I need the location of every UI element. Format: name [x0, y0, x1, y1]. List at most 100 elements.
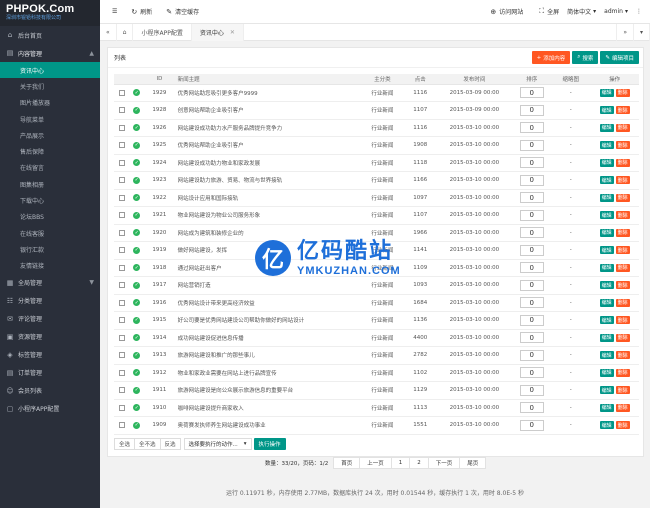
tab-miniprogram-config[interactable]: 小程序APP配置	[133, 23, 192, 41]
sidebar-group-content[interactable]: ▤ 内容管理 ▲	[0, 44, 100, 62]
row-checkbox[interactable]	[118, 404, 125, 411]
edit-button[interactable]: 编辑	[599, 316, 614, 325]
edit-button[interactable]: 编辑	[599, 263, 614, 272]
table-row[interactable]: ✓ 1909 奥荷赛发执师养生网站建设成功事业 行业新闻 1551 2015-03-10 …	[114, 416, 639, 435]
sidebar-item-content-8[interactable]: 下载中心	[0, 192, 100, 208]
sidebar-group-5[interactable]: ▤ 订单管理	[0, 364, 100, 382]
table-row[interactable]: ✓ 1914 成功网站建设促进信息传播 行业新闻 4400 2015-03-10 00:0…	[114, 329, 639, 347]
user-dropdown[interactable]: admin ▾	[604, 8, 628, 15]
row-sort-input[interactable]: 0	[519, 349, 544, 361]
row-checkbox[interactable]	[118, 177, 125, 183]
row-sort-input[interactable]: 0	[519, 209, 544, 221]
close-icon[interactable]: ✕	[230, 29, 235, 36]
edit-button[interactable]: 编辑	[599, 351, 614, 360]
tab-scroll-left-icon[interactable]: «	[100, 23, 117, 41]
sidebar-group-2[interactable]: ✉ 评论管理	[0, 310, 100, 328]
row-checkbox[interactable]	[118, 247, 125, 253]
check-circle-icon[interactable]: ✓	[133, 369, 141, 377]
row-title[interactable]: 好公司要是优秀网站建设公司帮助你做好的网站设计	[174, 311, 361, 330]
row-checkbox[interactable]	[118, 229, 125, 236]
sidebar-item-content-11[interactable]: 银行汇款	[0, 241, 100, 257]
table-row[interactable]: ✓ 1922 网站设计应用和国际接轨 行业新闻 1097 2015-03-10 00:00…	[114, 189, 639, 207]
language-dropdown[interactable]: 简体中文 ▾	[567, 7, 596, 16]
check-circle-icon[interactable]: ✓	[133, 106, 141, 114]
sidebar-item-content-1[interactable]: 关于我们	[0, 78, 100, 94]
delete-button[interactable]: 删除	[615, 333, 630, 342]
edit-button[interactable]: 编辑	[599, 246, 614, 255]
table-row[interactable]: ✓ 1915 好公司要是优秀网站建设公司帮助你做好的网站设计 行业新闻 1136 2015…	[114, 311, 639, 330]
delete-button[interactable]: 删除	[615, 123, 630, 132]
row-checkbox[interactable]	[118, 142, 125, 148]
check-circle-icon[interactable]: ✓	[133, 211, 141, 219]
edit-button[interactable]: 编辑	[599, 298, 614, 307]
table-row[interactable]: ✓ 1916 优秀网站设计带来更高经济效益 行业新闻 1684 2015-03-10 00…	[114, 294, 639, 312]
row-title[interactable]: 优秀网站帮助企业吸引客户	[174, 136, 361, 155]
delete-button[interactable]: 删除	[615, 158, 630, 167]
edit-button[interactable]: 编辑	[599, 123, 614, 132]
edit-button[interactable]: 编辑	[599, 88, 614, 97]
row-checkbox[interactable]	[118, 159, 125, 166]
row-sort-input[interactable]: 0	[519, 314, 544, 326]
edit-button[interactable]: 编辑	[599, 403, 614, 412]
refresh-button[interactable]: ↻ 刷新	[131, 7, 152, 17]
add-content-button[interactable]: + 添加内容	[531, 51, 571, 64]
tab-scroll-right-icon[interactable]: »	[616, 23, 634, 41]
check-circle-icon[interactable]: ✓	[133, 264, 141, 272]
edit-button[interactable]: 编辑	[599, 211, 614, 220]
invert-select-button[interactable]: 反选	[159, 438, 181, 450]
select-all-button[interactable]: 全选	[114, 438, 136, 450]
check-circle-icon[interactable]: ✓	[133, 141, 141, 149]
table-row[interactable]: ✓ 1912 物业和家政业需要在网站上进行品牌宣传 行业新闻 1102 2015-03-1…	[114, 364, 639, 382]
table-row[interactable]: ✓ 1921 物业网站建设为物业公司服务形象 行业新闻 1107 2015-03-10 0…	[114, 206, 639, 225]
edit-button[interactable]: 编辑	[599, 228, 614, 237]
table-row[interactable]: ✓ 1925 优秀网站帮助企业吸引客户 行业新闻 1908 2015-03-10 00:0…	[114, 136, 639, 155]
sidebar-item-content-12[interactable]: 友情链接	[0, 258, 100, 274]
first-page-button[interactable]: 首页	[333, 457, 361, 469]
sidebar-group-1[interactable]: ☷ 分类管理	[0, 292, 100, 310]
row-sort-input[interactable]: 0	[519, 122, 544, 134]
row-checkbox[interactable]	[118, 352, 125, 358]
edit-button[interactable]: 编辑	[599, 368, 614, 377]
sidebar-item-content-4[interactable]: 产品展示	[0, 127, 100, 143]
check-circle-icon[interactable]: ✓	[133, 404, 141, 412]
row-checkbox[interactable]	[118, 264, 125, 271]
prev-page-button[interactable]: 上一页	[359, 457, 392, 469]
row-title[interactable]: 网站建设成功助力水产服务品牌提升竞争力	[174, 119, 361, 137]
row-title[interactable]: 优秀网站设计带来更高经济效益	[174, 294, 361, 312]
chevron-down-icon[interactable]: ▾	[634, 23, 650, 41]
edit-button[interactable]: 编辑	[599, 421, 614, 430]
table-row[interactable]: ✓ 1923 网站建设助力旅游、贸易、物流与世界接轨 行业新闻 1166 2015-03-…	[114, 171, 639, 190]
check-circle-icon[interactable]: ✓	[133, 316, 141, 324]
check-circle-icon[interactable]: ✓	[133, 89, 141, 97]
search-button[interactable]: ⌕ 搜索	[572, 51, 599, 64]
row-title[interactable]: 优秀网站助您吸引更多客户9999	[174, 84, 361, 102]
edit-button[interactable]: 编辑	[599, 176, 614, 185]
row-sort-input[interactable]: 0	[519, 87, 544, 99]
delete-button[interactable]: 删除	[615, 263, 630, 272]
row-title[interactable]: 网站设计应用和国际接轨	[174, 189, 361, 207]
sidebar-item-content-6[interactable]: 在线留言	[0, 160, 100, 176]
sidebar-group-6[interactable]: ☺ 会员列表	[0, 382, 100, 400]
row-sort-input[interactable]: 0	[519, 297, 544, 309]
row-sort-input[interactable]: 0	[519, 174, 544, 186]
table-row[interactable]: ✓ 1910 咖啡网站建设提升商家收入 行业新闻 1113 2015-03-10 00:0…	[114, 399, 639, 417]
row-sort-input[interactable]: 0	[519, 367, 544, 379]
delete-button[interactable]: 删除	[615, 176, 630, 185]
row-sort-input[interactable]: 0	[519, 384, 544, 396]
select-none-button[interactable]: 全不选	[134, 438, 161, 450]
row-sort-input[interactable]: 0	[519, 104, 544, 116]
delete-button[interactable]: 删除	[615, 211, 630, 220]
table-row[interactable]: ✓ 1928 创意网站帮助企业吸引客户 行业新闻 1107 2015-03-09 00:0…	[114, 101, 639, 120]
tab-news-center[interactable]: 资讯中心 ✕	[191, 23, 244, 41]
next-page-button[interactable]: 下一页	[427, 457, 461, 469]
row-checkbox[interactable]	[118, 89, 125, 96]
check-circle-icon[interactable]: ✓	[133, 159, 141, 167]
row-title[interactable]: 成功网站建设促进信息传播	[174, 329, 361, 347]
delete-button[interactable]: 删除	[615, 386, 630, 395]
delete-button[interactable]: 删除	[615, 106, 630, 115]
row-title[interactable]: 咖啡网站建设提升商家收入	[174, 399, 361, 417]
row-sort-input[interactable]: 0	[519, 279, 544, 291]
row-sort-input[interactable]: 0	[519, 192, 544, 204]
row-title[interactable]: 奥荷赛发执师养生网站建设成功事业	[174, 416, 361, 435]
delete-button[interactable]: 删除	[615, 193, 630, 202]
